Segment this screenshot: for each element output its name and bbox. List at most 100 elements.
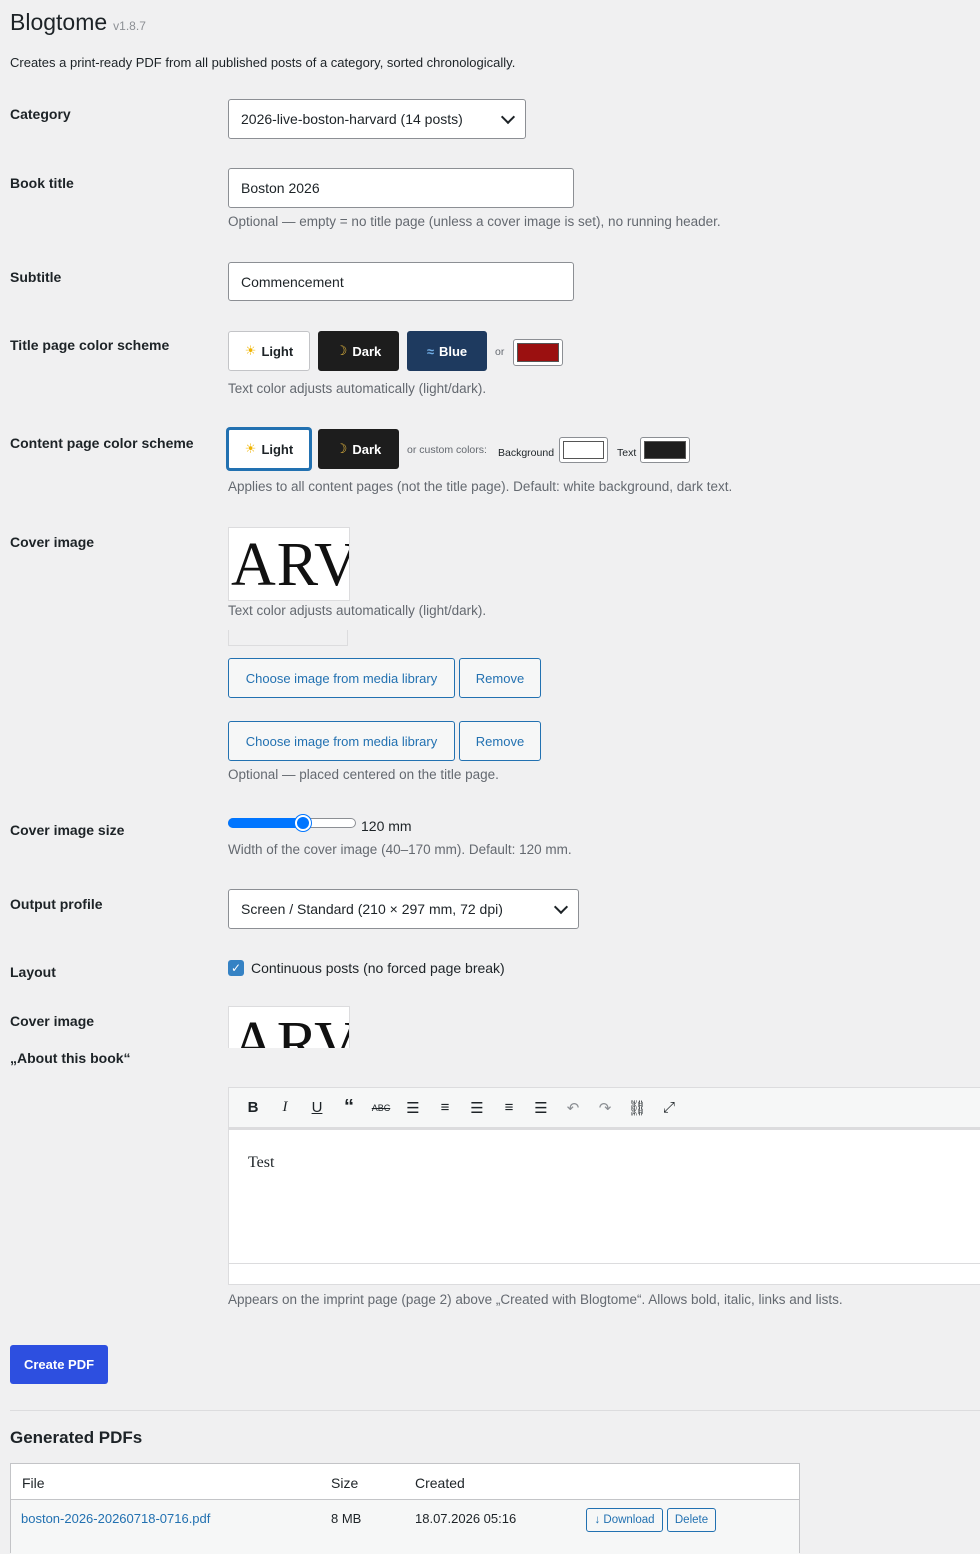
book-title-input[interactable]: Boston 2026 [228, 168, 574, 208]
quote-icon[interactable]: “ [333, 1092, 365, 1124]
category-select-value: 2026-live-boston-harvard (14 posts) [241, 111, 463, 127]
align-right-icon[interactable]: ☰ [525, 1092, 557, 1124]
book-title-value: Boston 2026 [241, 180, 320, 196]
title-scheme-label: Title page color scheme [10, 337, 170, 353]
checkmark-icon: ✓ [230, 961, 242, 975]
align-left-icon[interactable]: ☰ [461, 1092, 493, 1124]
text-color-picker[interactable] [640, 437, 690, 463]
cover-image-thumbnail-2: ARV [228, 1006, 350, 1048]
category-label: Category [10, 106, 71, 122]
custom-colors-label: or custom colors: [407, 444, 487, 456]
cover-size-label: Cover image size [10, 822, 125, 838]
table-row: boston-2026-20260718-0716.pdf 8 MB 18.07… [11, 1500, 799, 1554]
column-header-created: Created [415, 1475, 465, 1491]
title-scheme-light-label: Light [261, 343, 294, 359]
column-header-file: File [22, 1475, 45, 1491]
remove-image-button-2[interactable]: Remove [459, 721, 541, 761]
cover-thumbnail-text-2: ARV [231, 1010, 350, 1048]
cover-image-label-2: Cover image [10, 1013, 95, 1029]
moon-icon: ☽ [335, 343, 348, 358]
about-editor[interactable]: B I U “ ABC ☰ ≡ ☰ ≡ ☰ ↶ ↷ ⛓ ⤢ Test [228, 1087, 980, 1285]
output-profile-label: Output profile [10, 896, 103, 912]
undo-icon[interactable]: ↶ [557, 1092, 589, 1124]
strikethrough-icon[interactable]: ABC [365, 1092, 397, 1124]
bold-icon[interactable]: B [237, 1092, 269, 1124]
section-divider [10, 1410, 980, 1411]
align-center-icon[interactable]: ≡ [493, 1092, 525, 1124]
cover-thumbnail-ghost [228, 630, 348, 646]
title-scheme-hint: Text color adjusts automatically (light/… [228, 381, 487, 396]
title-scheme-light-button[interactable]: ☀ Light [228, 331, 310, 371]
cover-size-slider[interactable] [228, 815, 356, 831]
generated-pdfs-title: Generated PDFs [10, 1428, 143, 1447]
sun-icon: ☀ [244, 441, 257, 456]
or-label: or [495, 346, 505, 358]
background-color-picker[interactable] [559, 437, 608, 463]
subtitle-value: Commencement [241, 273, 344, 290]
editor-content[interactable]: Test [229, 1130, 980, 1263]
background-label: Background [498, 447, 555, 459]
text-color-swatch [644, 441, 686, 459]
plugin-name: Blogtome [10, 9, 108, 35]
column-header-size: Size [331, 1475, 359, 1491]
slider-thumb[interactable] [295, 815, 311, 831]
output-profile-value: Screen / Standard (210 × 297 mm, 72 dpi) [241, 901, 503, 917]
content-scheme-light-label: Light [261, 441, 294, 457]
chevron-down-icon [553, 899, 569, 914]
choose-image-button[interactable]: Choose image from media library [228, 658, 455, 698]
pdf-file-size: 8 MB [331, 1511, 362, 1526]
fullscreen-icon[interactable]: ⤢ [653, 1092, 685, 1124]
layout-label: Layout [10, 964, 56, 980]
pdf-created-date: 18.07.2026 05:16 [415, 1511, 517, 1526]
choose-image-button-2[interactable]: Choose image from media library [228, 721, 455, 761]
content-scheme-dark-label: Dark [352, 441, 382, 457]
cover-size-value: 120 mm [361, 818, 412, 834]
pdf-file-link[interactable]: boston-2026-20260718-0716.pdf [21, 1511, 210, 1526]
cover-overlap-hint: Text color adjusts automatically (light/… [228, 603, 487, 618]
moon-icon: ☽ [335, 441, 348, 456]
subtitle-label: Subtitle [10, 269, 62, 285]
editor-toolbar: B I U “ ABC ☰ ≡ ☰ ≡ ☰ ↶ ↷ ⛓ ⤢ [229, 1088, 980, 1128]
background-color-swatch [563, 441, 604, 459]
create-pdf-button[interactable]: Create PDF [10, 1345, 108, 1384]
content-scheme-light-button[interactable]: ☀ Light [227, 428, 311, 470]
chevron-down-icon [500, 109, 516, 124]
content-scheme-dark-button[interactable]: ☽ Dark [318, 429, 399, 469]
remove-image-button[interactable]: Remove [459, 658, 541, 698]
book-title-hint: Optional — empty = no title page (unless… [228, 214, 721, 229]
plugin-description: Creates a print-ready PDF from all publi… [10, 55, 516, 70]
numbered-list-icon[interactable]: ≡ [429, 1092, 461, 1124]
generated-pdfs-table: File Size Created boston-2026-20260718-0… [10, 1463, 800, 1554]
cover-size-hint: Width of the cover image (40–170 mm). De… [228, 842, 572, 857]
underline-icon[interactable]: U [301, 1092, 333, 1124]
title-custom-color-picker[interactable] [513, 339, 563, 366]
continuous-posts-checkbox[interactable]: ✓ [228, 960, 244, 976]
title-scheme-dark-button[interactable]: ☽ Dark [318, 331, 399, 371]
link-icon[interactable]: ⛓ [621, 1092, 653, 1124]
delete-button[interactable]: Delete [667, 1508, 716, 1532]
about-hint: Appears on the imprint page (page 2) abo… [228, 1292, 843, 1307]
title-scheme-blue-button[interactable]: ≈ Blue [407, 331, 487, 371]
editor-statusbar [229, 1263, 980, 1284]
bullet-list-icon[interactable]: ☰ [397, 1092, 429, 1124]
about-label: „About this book“ [10, 1050, 131, 1066]
cover-hint: Optional — placed centered on the title … [228, 767, 499, 782]
text-color-label: Text [617, 447, 637, 459]
category-select[interactable]: 2026-live-boston-harvard (14 posts) [228, 99, 526, 139]
italic-icon[interactable]: I [269, 1092, 301, 1124]
book-title-label: Book title [10, 175, 74, 191]
redo-icon[interactable]: ↷ [589, 1092, 621, 1124]
version-label: v1.8.7 [113, 19, 146, 33]
cover-image-thumbnail: ARV [228, 527, 350, 601]
cover-thumbnail-text: ARV [231, 531, 350, 599]
sun-icon: ☀ [244, 343, 257, 358]
content-scheme-label: Content page color scheme [10, 435, 194, 451]
title-scheme-dark-label: Dark [352, 343, 382, 359]
download-button[interactable]: ↓ Download [586, 1508, 663, 1532]
cover-image-label: Cover image [10, 534, 95, 550]
subtitle-input[interactable]: Commencement [228, 262, 574, 301]
wave-icon: ≈ [426, 343, 434, 359]
page-title: Blogtome v1.8.7 [10, 9, 146, 36]
slider-fill [228, 818, 303, 828]
output-profile-select[interactable]: Screen / Standard (210 × 297 mm, 72 dpi) [228, 889, 579, 929]
